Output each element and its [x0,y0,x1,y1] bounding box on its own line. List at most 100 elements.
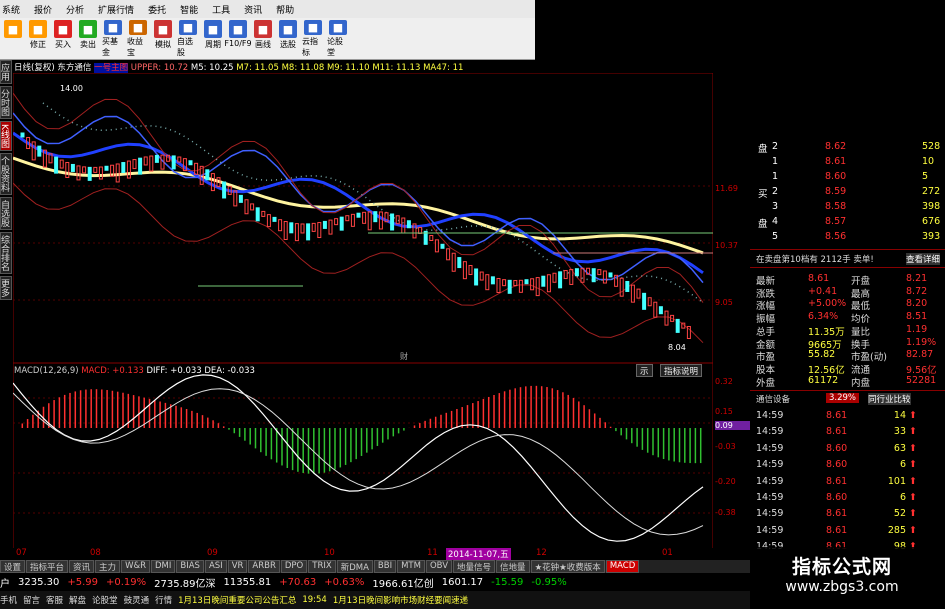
indicator-tab[interactable]: 指标平台 [26,560,69,573]
candle [658,306,663,315]
toolbar: ■ ■ 修正 ■ 买入 ■ 卖出 ■ 买基金 ■ 收益宝 ■ 模拟 ■ 自选股 ■ 周期 ■ F10/F9 ■ 画线 ■ 选… [0,18,535,60]
bollinger-upper [13,92,704,303]
toolbar-button[interactable]: ■ 买基金 [102,20,124,58]
menu-item[interactable]: 工具 [212,3,230,16]
toolbar-button[interactable]: ■ 画线 [252,20,274,58]
ticker-item[interactable]: 客服 [46,594,63,606]
indicator-tab[interactable]: DMI [151,560,176,573]
candle [647,297,652,307]
finance-marker[interactable]: 财 [400,351,408,362]
order-price: 8.59 [825,186,847,197]
indicator-tab[interactable]: 信地量 [496,560,530,573]
indicator-tab[interactable]: W&R [121,560,151,573]
menu-item[interactable]: 系统 [2,3,20,16]
candle [289,222,294,234]
indicator-tab[interactable]: VR [227,560,248,573]
left-nav-tab[interactable]: 分时图 [0,86,12,119]
order-volume: 10 [922,156,935,167]
indicator-tab[interactable]: ARBR [248,560,280,573]
toolbar-button[interactable]: ■ 修正 [27,20,49,58]
candle [328,219,333,235]
indicator-tab[interactable]: BIAS [176,560,204,573]
toolbar-button[interactable]: ■ 选股 [277,20,299,58]
left-nav-tab[interactable]: 自选股 [0,196,12,230]
ma47-value: MA47: 11 [423,63,464,73]
menu-item[interactable]: 智能 [180,3,198,16]
toolbar-button[interactable]: ■ 卖出 [77,20,99,58]
toolbar-label: 模拟 [155,40,171,49]
menu-item[interactable]: 委托 [148,3,166,16]
candle [552,272,557,283]
ticker-item[interactable]: 鼓灵通 [124,594,150,606]
stat-value-2: 8.51 [906,311,928,323]
menu-item[interactable]: 资讯 [244,3,262,16]
candle [479,271,484,281]
ticker-item[interactable]: 论股堂 [92,594,118,606]
indicator-tab[interactable]: ASI [204,560,227,573]
menu-item[interactable]: 扩展行情 [98,3,134,16]
indicator-tab[interactable]: TRIX [308,560,336,573]
indicator-tab[interactable]: 设置 [0,560,26,573]
order-book-row: 3 8.58 398 [750,201,945,213]
toolbar-button[interactable]: ■ 周期 [202,20,224,58]
ticker-item[interactable]: 行情 [155,594,172,606]
left-nav-tab[interactable]: 综合排名 [0,231,12,274]
trade-time: 14:59 [756,459,784,471]
left-nav-tab[interactable]: K线图 [0,121,12,151]
ticker-item[interactable]: 1月13日晚间影响市场财经要闻速递 [333,594,468,606]
candle [630,284,635,303]
detail-button[interactable]: 查看详细 [906,253,941,265]
ticker-item[interactable]: 留言 [23,594,40,606]
date-tick-8: 01 [662,548,673,558]
indicator-help-button[interactable]: 指标说明 [660,364,703,377]
indicator-tab[interactable]: DPO [280,560,308,573]
candle [462,261,467,280]
price-chart[interactable] [13,73,713,548]
ticker-item[interactable]: 19:54 [302,595,327,605]
order-level: 2 [772,186,779,197]
indicator-tab[interactable]: 主力 [95,560,121,573]
indicator-tab[interactable]: ★花钟★收费版本 [530,560,605,573]
industry-compare-button[interactable]: 同行业比较 [868,393,911,405]
toolbar-button[interactable]: ■ [2,20,24,58]
indicator-tab[interactable]: 资讯 [69,560,95,573]
toolbar-button[interactable]: ■ 论股堂 [327,20,349,58]
indicator-tab[interactable]: 新DMA [336,560,373,573]
left-nav-tab[interactable]: 应用 [0,60,12,84]
stat-value-2: 1.19 [906,323,928,335]
order-volume: 393 [922,231,941,242]
indicator-tab[interactable]: MTM [397,560,425,573]
order-volume: 676 [922,216,941,227]
ticker-item[interactable]: 手机 [0,594,17,606]
order-book-row: 1 8.61 10 [750,156,945,168]
toolbar-label: 自选股 [177,37,193,57]
indicator-tab[interactable]: OBV [425,560,453,573]
order-level: 1 [772,171,779,182]
indicator-tab[interactable]: 地量信号 [453,560,496,573]
candle [653,301,658,318]
indicator-toggle-button[interactable]: 示 [636,364,653,377]
candle [322,220,327,229]
menu-bar: 系统 报价 分析 扩展行情 委托 智能 工具 资讯 帮助 [0,0,535,18]
toolbar-label: 选股 [280,40,296,49]
toolbar-button[interactable]: ■ 模拟 [152,20,174,58]
toolbar-button[interactable]: ■ 收益宝 [127,20,149,58]
toolbar-button[interactable]: ■ F10/F9 [224,20,252,58]
toolbar-button[interactable]: ■ 云指标 [302,20,324,58]
ticker-item[interactable]: 1月13日晚间重要公司公告汇总 [178,594,296,606]
ticker-item[interactable]: 解盘 [69,594,86,606]
left-nav-tab[interactable]: 更多 [0,275,12,300]
indicator-tab[interactable]: BBI [373,560,397,573]
menu-item[interactable]: 报价 [34,3,52,16]
toolbar-button[interactable]: ■ 买入 [52,20,74,58]
industry-name: 通信设备 [756,395,791,405]
menu-item[interactable]: 分析 [66,3,84,16]
indicator-tab[interactable]: MACD [605,560,640,573]
up-arrow-icon: ⬆ [909,459,917,471]
toolbar-button[interactable]: ■ 自选股 [177,20,199,58]
candle [76,165,81,181]
left-nav-tab[interactable]: 个股资料 [0,152,12,195]
trade-volume: 63 [893,442,906,454]
toolbar-icon: ■ [29,20,47,38]
menu-item[interactable]: 帮助 [276,3,294,16]
